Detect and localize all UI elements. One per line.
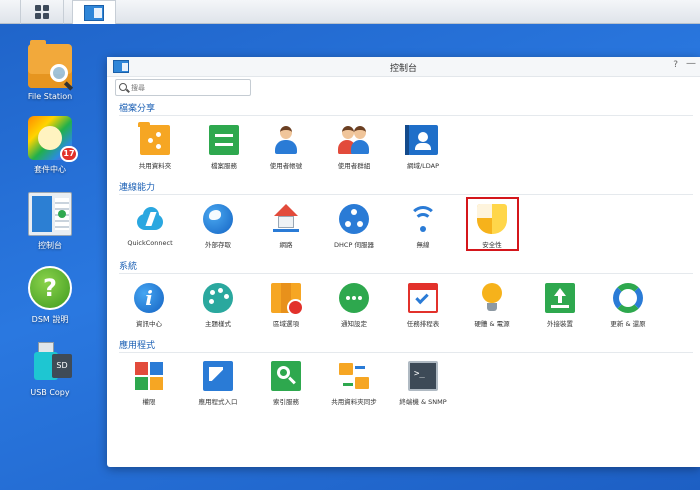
network-icon bbox=[271, 204, 301, 234]
desktop-icon-label: USB Copy bbox=[30, 388, 70, 397]
desktop-icon-usb-copy[interactable]: SD USB Copy bbox=[0, 340, 100, 397]
section-divider bbox=[119, 194, 693, 195]
main-menu-button[interactable] bbox=[20, 0, 64, 24]
terminal-snmp-icon: >_ bbox=[408, 361, 438, 391]
section-title-file-sharing: 檔案分享 bbox=[119, 104, 156, 114]
sd-card-label: SD bbox=[52, 354, 72, 378]
item-group[interactable]: 使用者群組 bbox=[318, 125, 390, 170]
item-notification[interactable]: 通知設定 bbox=[318, 283, 390, 328]
window-title: 控制台 bbox=[389, 64, 417, 74]
search-input[interactable] bbox=[131, 81, 247, 94]
control-panel-icon bbox=[28, 192, 72, 236]
item-quickconnect[interactable]: QuickConnect bbox=[114, 204, 186, 247]
desktop-icon-dsm-help[interactable]: ? DSM 說明 bbox=[0, 266, 100, 325]
desktop-icon-label: DSM 說明 bbox=[31, 315, 69, 324]
item-privileges[interactable]: 權限 bbox=[113, 361, 185, 406]
minimize-button[interactable]: — bbox=[686, 58, 696, 69]
section-divider bbox=[119, 352, 693, 353]
dhcp-server-icon bbox=[339, 204, 369, 234]
shared-folder-sync-icon bbox=[339, 361, 369, 391]
update-count-badge: 17 bbox=[60, 146, 78, 162]
desktop-icon-label: 套件中心 bbox=[34, 165, 66, 174]
help-icon: ? bbox=[28, 266, 72, 310]
taskbar-control-panel-button[interactable] bbox=[72, 0, 116, 24]
ldap-icon bbox=[405, 125, 438, 155]
file-services-icon bbox=[209, 125, 239, 155]
quickconnect-icon bbox=[135, 204, 165, 234]
control-panel-window: 控制台 ? — 檔案分享 共用資料夾 檔案服務 使用者帳號 使用者群組 bbox=[107, 57, 700, 467]
item-application-portal[interactable]: 應用程式入口 bbox=[182, 361, 254, 406]
desktop-icon-package-center[interactable]: 17 套件中心 bbox=[0, 116, 100, 175]
taskbar bbox=[0, 0, 700, 24]
item-security[interactable]: 安全性 bbox=[456, 204, 528, 249]
privileges-icon bbox=[134, 361, 164, 391]
item-shared-folder-sync[interactable]: 共用資料夾同步 bbox=[318, 361, 390, 406]
external-access-icon bbox=[203, 204, 233, 234]
package-center-icon: 17 bbox=[28, 116, 78, 162]
item-network[interactable]: 網路 bbox=[250, 204, 322, 249]
item-hardware-power[interactable]: 硬體 & 電源 bbox=[456, 283, 528, 328]
security-shield-icon bbox=[477, 204, 507, 234]
item-update-restore[interactable]: 更新 & 還原 bbox=[592, 283, 664, 328]
notification-icon bbox=[339, 283, 369, 313]
item-ldap[interactable]: 網域/LDAP bbox=[387, 125, 459, 170]
search-box[interactable] bbox=[115, 79, 251, 96]
help-button[interactable]: ? bbox=[673, 60, 678, 70]
item-regional-options[interactable]: 區域選項 bbox=[250, 283, 322, 328]
application-portal-icon bbox=[203, 361, 233, 391]
item-user[interactable]: 使用者帳號 bbox=[250, 125, 322, 170]
wireless-icon bbox=[408, 204, 438, 234]
external-devices-icon bbox=[545, 283, 575, 313]
window-titlebar[interactable]: 控制台 ? — bbox=[107, 57, 700, 77]
theme-palette-icon bbox=[203, 283, 233, 313]
item-external-access[interactable]: 外部存取 bbox=[182, 204, 254, 249]
desktop-icon-control-panel[interactable]: 控制台 bbox=[0, 192, 100, 251]
section-title-connectivity: 連線能力 bbox=[119, 183, 156, 193]
item-dhcp-server[interactable]: DHCP 伺服器 bbox=[318, 204, 390, 249]
user-icon bbox=[271, 125, 301, 155]
indexing-service-icon bbox=[271, 361, 301, 391]
item-indexing-service[interactable]: 索引服務 bbox=[250, 361, 322, 406]
item-info-center[interactable]: i 資訊中心 bbox=[113, 283, 185, 328]
section-title-system: 系統 bbox=[119, 262, 138, 272]
desktop-icon-label: 控制台 bbox=[38, 241, 62, 250]
grid-icon bbox=[35, 5, 49, 19]
usb-copy-icon: SD bbox=[28, 340, 72, 384]
desktop-icon-label: File Station bbox=[27, 92, 73, 101]
section-title-applications: 應用程式 bbox=[119, 341, 156, 351]
shared-folder-icon bbox=[138, 122, 170, 155]
info-center-icon: i bbox=[134, 283, 164, 313]
regional-options-icon bbox=[271, 283, 304, 316]
file-station-icon bbox=[28, 40, 74, 91]
item-task-scheduler[interactable]: 任務排程表 bbox=[387, 283, 459, 328]
section-divider bbox=[119, 115, 693, 116]
item-terminal-snmp[interactable]: >_ 終端機 & SNMP bbox=[387, 361, 459, 406]
control-panel-icon bbox=[84, 4, 104, 21]
desktop-icon-file-station[interactable]: File Station bbox=[0, 40, 100, 101]
task-scheduler-icon bbox=[408, 283, 438, 313]
item-theme[interactable]: 主題樣式 bbox=[182, 283, 254, 328]
hardware-power-icon bbox=[477, 283, 507, 313]
item-wireless[interactable]: 無線 bbox=[387, 204, 459, 249]
group-icon bbox=[338, 125, 369, 155]
item-external-devices[interactable]: 外接裝置 bbox=[524, 283, 596, 328]
item-shared-folder[interactable]: 共用資料夾 bbox=[119, 122, 191, 170]
search-icon bbox=[119, 83, 127, 91]
section-divider bbox=[119, 273, 693, 274]
update-restore-icon bbox=[613, 283, 643, 313]
